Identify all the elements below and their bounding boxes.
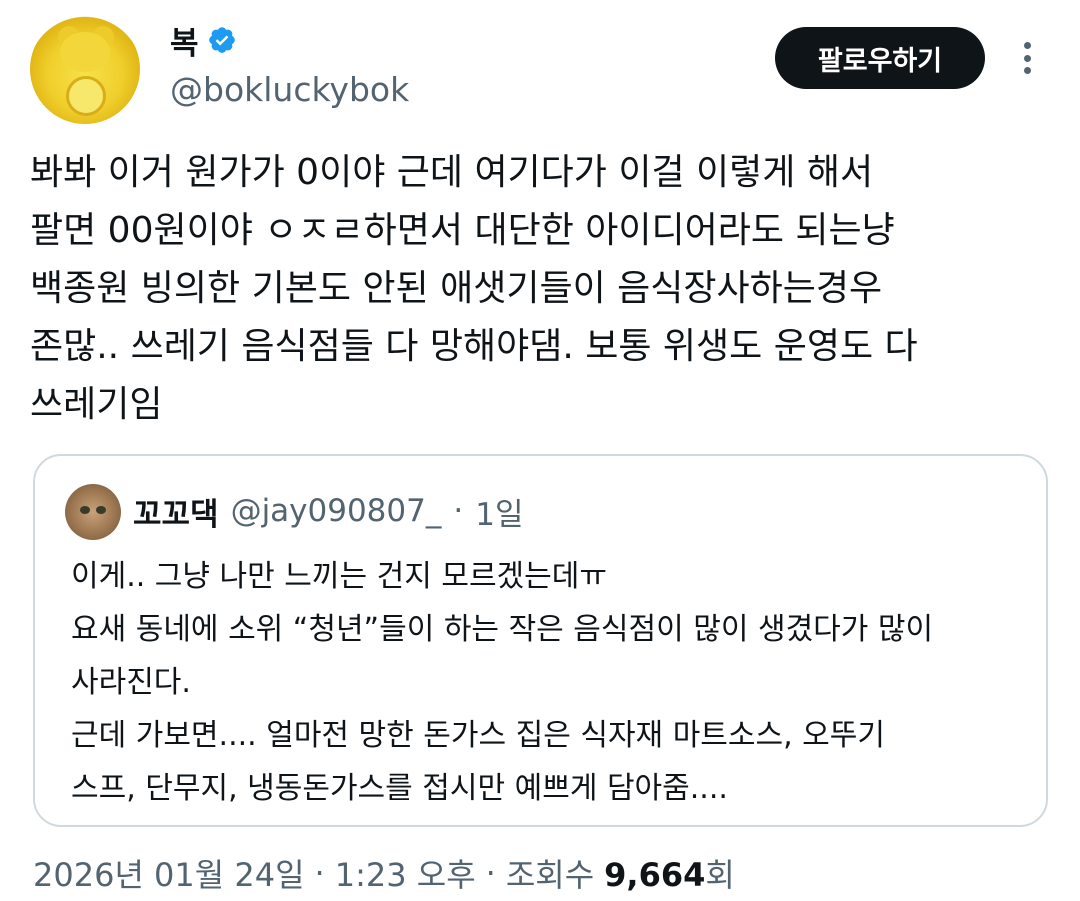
more-dot xyxy=(1023,42,1031,49)
tweet-line: 쓰레기임 xyxy=(30,384,163,425)
avatar-eye-right xyxy=(96,506,106,514)
quote-line: 근데 가보면.... 얼마전 망한 돈가스 집은 식자재 마트소스, 오뚜기 xyxy=(71,718,885,753)
quote-timestamp[interactable]: 1일 xyxy=(475,489,523,534)
quote-line: 이게.. 그냥 나만 느끼는 건지 모르겠는데ㅠ xyxy=(71,559,607,594)
author-name-row: 복 xyxy=(170,18,237,63)
author-handle[interactable]: @bokluckybok xyxy=(170,70,409,109)
avatar-eye-left xyxy=(80,506,90,514)
tweet-meta: 2026년 01월 24일 · 1:23 오후 · 조회수 9,664회 xyxy=(33,848,735,898)
verified-badge-icon xyxy=(208,27,235,53)
tweet-text: 봐봐 이거 원가가 0이야 근데 여기다가 이걸 이렇게 해서 팔면 00원이야… xyxy=(30,144,1050,434)
views-count[interactable]: 9,664 xyxy=(604,856,705,894)
quote-text: 이게.. 그냥 나만 느끼는 건지 모르겠는데ㅠ 요새 동네에 소위 “청년”들… xyxy=(71,550,1031,815)
quote-line: 사라진다. xyxy=(71,665,191,700)
more-dot xyxy=(1023,54,1031,62)
tweet-line: 백종원 빙의한 기본도 안된 애샛기들이 음식장사하는경우 xyxy=(30,268,883,309)
author-avatar[interactable] xyxy=(30,14,140,124)
tweet-line: 존많.. 쓰레기 음식점들 다 망해야댐. 보통 위생도 운영도 다 xyxy=(30,326,918,367)
tweet-date[interactable]: 2026년 01월 24일 xyxy=(33,850,305,896)
quoted-tweet-card[interactable]: 꼬꼬댁 @jay090807_ · 1일 이게.. 그냥 나만 느끼는 건지 모… xyxy=(33,454,1048,827)
tweet-line: 팔면 00원이야 ㅇㅈㄹ하면서 대단한 아이디어라도 되는냥 xyxy=(30,210,895,251)
meta-separator: · xyxy=(485,854,496,892)
avatar-head xyxy=(60,32,110,72)
quote-header: 꼬꼬댁 @jay090807_ · 1일 xyxy=(133,486,523,536)
views-suffix: 회 xyxy=(705,856,735,894)
follow-button[interactable]: 팔로우하기 xyxy=(775,27,985,89)
avatar-belly xyxy=(66,76,106,116)
quote-author-handle[interactable]: @jay090807_ xyxy=(231,493,442,529)
quote-author-name[interactable]: 꼬꼬댁 xyxy=(133,489,219,534)
quote-line: 스프, 단무지, 냉동돈가스를 접시만 예쁘게 담아줌.... xyxy=(71,771,728,806)
more-dot xyxy=(1023,67,1031,74)
quote-separator: · xyxy=(453,493,464,529)
more-options-icon[interactable] xyxy=(1012,38,1042,78)
author-display-name[interactable]: 복 xyxy=(170,18,199,63)
quote-line: 요새 동네에 소위 “청년”들이 하는 작은 음식점이 많이 생겼다가 많이 xyxy=(71,612,934,647)
quote-author-avatar[interactable] xyxy=(65,484,121,540)
meta-separator: · xyxy=(314,854,325,892)
tweet-time[interactable]: 1:23 오후 xyxy=(335,850,476,896)
views-label: 조회수 xyxy=(505,856,595,894)
tweet-line: 봐봐 이거 원가가 0이야 근데 여기다가 이걸 이렇게 해서 xyxy=(30,152,874,193)
